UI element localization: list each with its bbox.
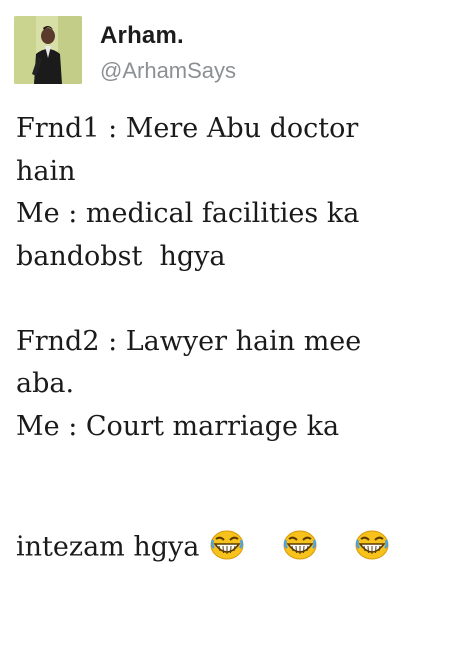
emoji-group	[210, 445, 424, 645]
tweet-line: Frnd2 : Lawyer hain mee	[16, 325, 362, 357]
author-name[interactable]: Arham.	[100, 22, 184, 50]
profile-photo-icon	[14, 16, 82, 84]
avatar[interactable]	[14, 16, 82, 84]
laughing-face-icon	[283, 445, 352, 645]
tweet-line: Me : Court marriage ka	[16, 410, 340, 442]
tweet-line: Me : medical facilities ka	[16, 198, 360, 229]
tweet-text: Frnd1 : Mere Abu doctor hain Me : medica…	[16, 108, 436, 648]
tweet-line-last: intezam hgya	[16, 448, 436, 648]
laughing-face-icon	[210, 445, 279, 645]
tweet-line: Frnd1 : Mere Abu doctor	[16, 113, 359, 144]
author-handle[interactable]: @ArhamSays	[100, 58, 236, 84]
tweet-line-text: intezam hgya	[16, 531, 200, 563]
tweet-line: aba.	[16, 368, 75, 399]
tweet-line: hain	[16, 155, 76, 187]
tweet-line: bandobst hgya	[16, 240, 226, 272]
tweet-header: Arham. @ArhamSays	[14, 16, 434, 88]
laughing-face-icon	[355, 445, 424, 645]
